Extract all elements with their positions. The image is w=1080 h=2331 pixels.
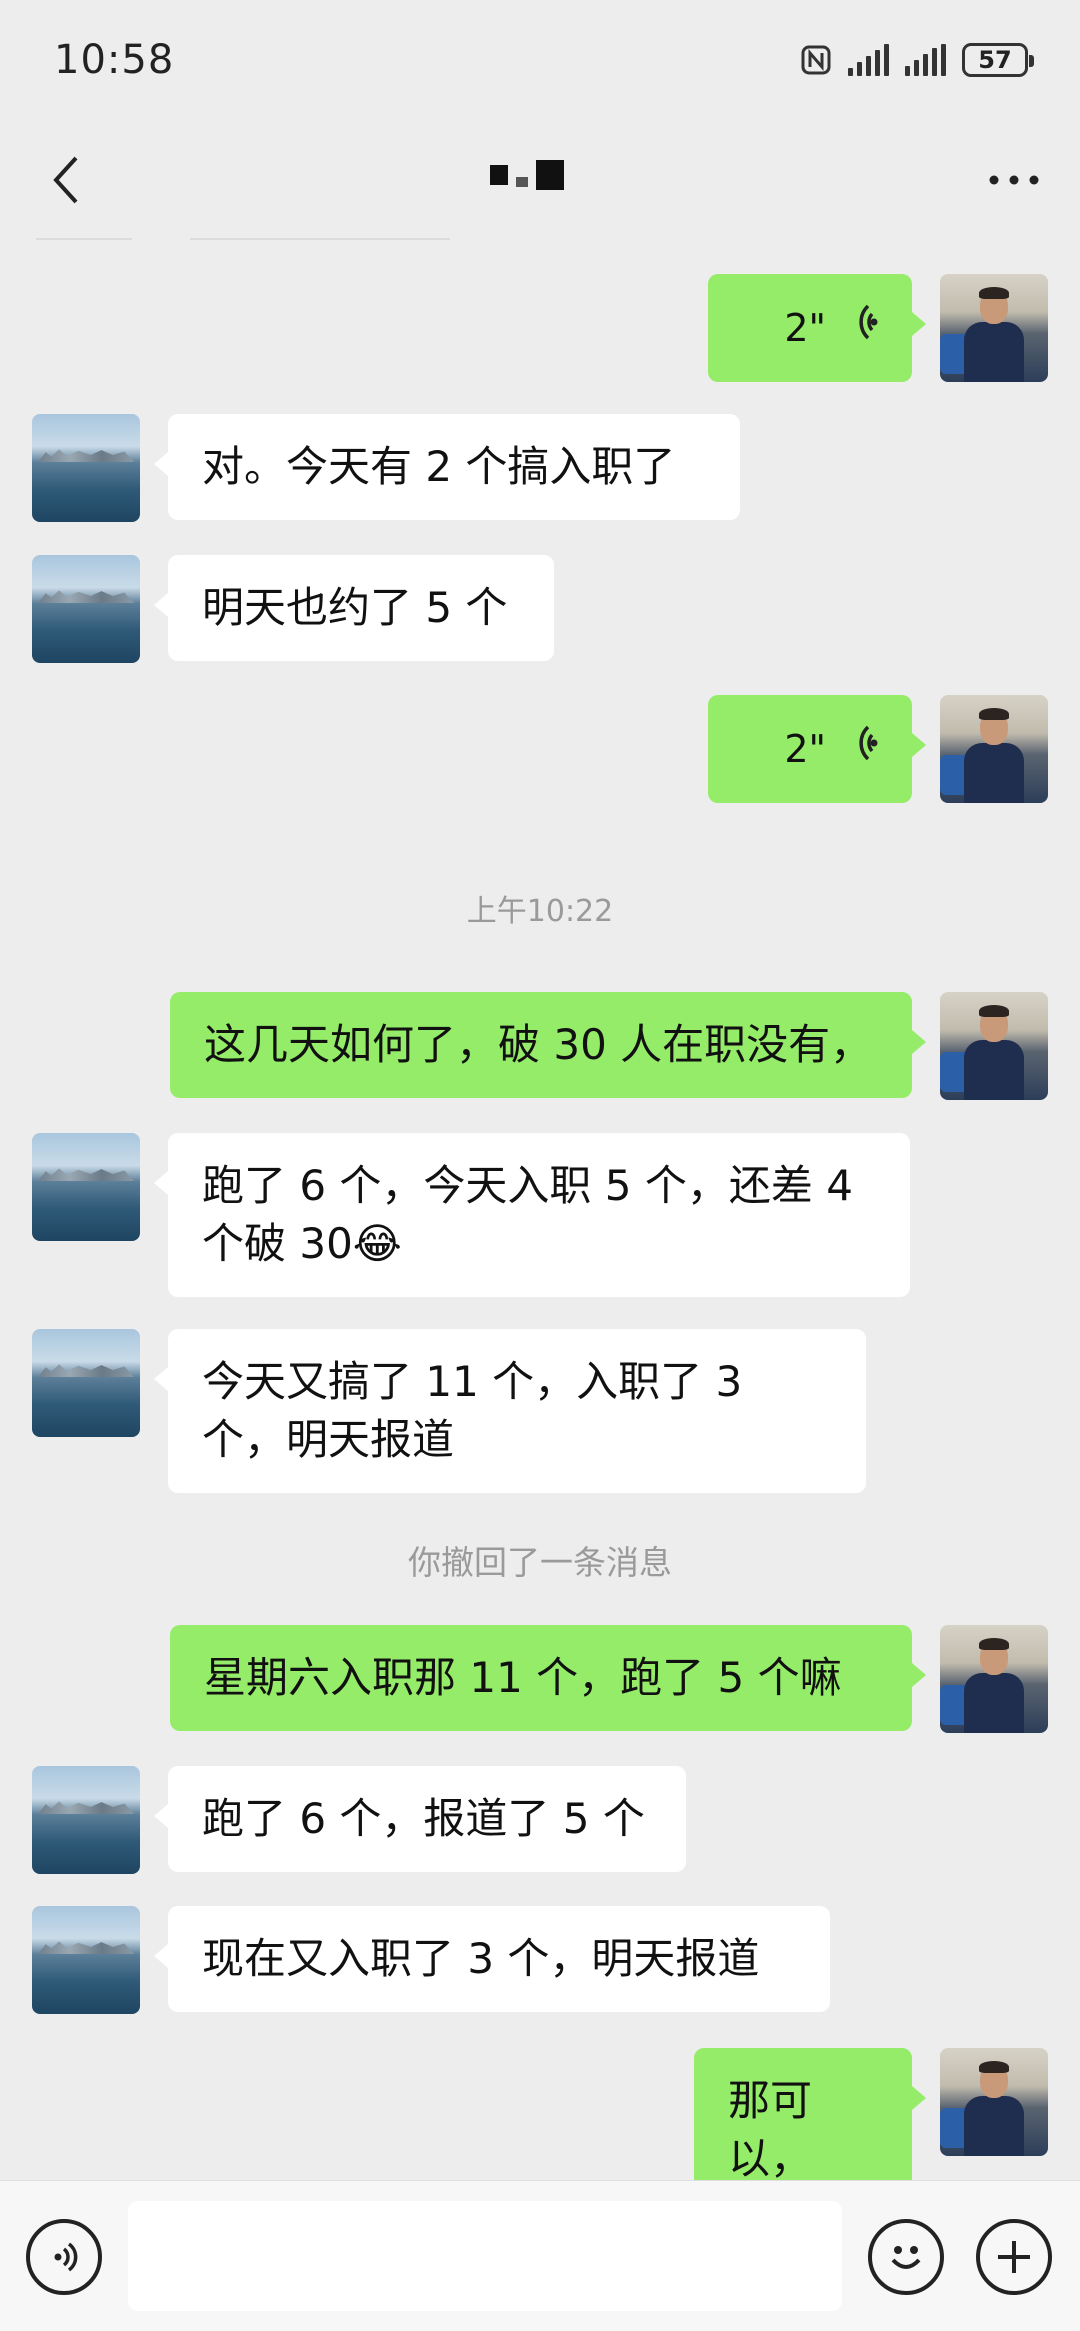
avatar-other[interactable]	[32, 555, 140, 663]
status-bar: 10:58 57	[0, 0, 1080, 120]
status-icons: 57	[800, 43, 1034, 77]
avatar-other[interactable]	[32, 414, 140, 522]
chat-title-redacted	[490, 160, 564, 190]
redaction-mark	[490, 165, 508, 185]
message-self: 星期六入职那 11 个，跑了 5 个嘛	[170, 1625, 1048, 1733]
emoji-icon[interactable]	[868, 2219, 944, 2295]
chat-timestamp: 上午10:22	[466, 894, 614, 929]
recall-notice: 你撤回了一条消息	[408, 1543, 672, 1582]
avatar-self[interactable]	[940, 274, 1048, 382]
avatar-other[interactable]	[32, 1133, 140, 1241]
status-time: 10:58	[54, 37, 175, 83]
avatar-self[interactable]	[940, 695, 1048, 803]
voice-duration: 2"	[784, 306, 826, 350]
voice-message-bubble[interactable]: 2"	[708, 695, 926, 803]
divider	[190, 238, 450, 240]
redaction-mark	[536, 160, 564, 190]
nfc-icon	[800, 44, 832, 76]
text-message-bubble[interactable]: 星期六入职那 11 个，跑了 5 个嘛	[170, 1625, 926, 1731]
signal-icon	[905, 44, 946, 76]
plus-icon[interactable]	[976, 2219, 1052, 2295]
signal-icon	[848, 44, 889, 76]
text-message-bubble[interactable]: 对。今天有 2 个搞入职了	[154, 414, 740, 520]
voice-wave-icon	[844, 720, 878, 778]
text-message-bubble[interactable]: 跑了 6 个，报道了 5 个	[154, 1766, 686, 1872]
message-input[interactable]	[128, 2201, 842, 2311]
text-message-bubble[interactable]: 现在又入职了 3 个，明天报道	[154, 1906, 830, 2012]
message-other: 跑了 6 个，报道了 5 个	[32, 1766, 686, 1874]
message-self-voice: 2"	[708, 695, 1048, 803]
text-message-bubble[interactable]: 跑了 6 个，今天入职 5 个，还差 4 个破 30😂	[154, 1133, 910, 1297]
avatar-self[interactable]	[940, 1625, 1048, 1733]
avatar-other[interactable]	[32, 1766, 140, 1874]
more-dots-icon[interactable]	[984, 150, 1044, 210]
redaction-mark	[516, 177, 528, 187]
voice-message-bubble[interactable]: 2"	[708, 274, 926, 382]
avatar-self[interactable]	[940, 2048, 1048, 2156]
avatar-other[interactable]	[32, 1906, 140, 2014]
chevron-left-icon[interactable]	[36, 150, 96, 210]
message-other: 跑了 6 个，今天入职 5 个，还差 4 个破 30😂	[32, 1133, 910, 1297]
battery-level: 57	[978, 46, 1012, 74]
text-message-bubble[interactable]: 明天也约了 5 个	[154, 555, 554, 661]
message-self-voice: 2"	[708, 274, 1048, 382]
message-other: 明天也约了 5 个	[32, 555, 554, 663]
avatar-other[interactable]	[32, 1329, 140, 1437]
message-other: 现在又入职了 3 个，明天报道	[32, 1906, 830, 2014]
voice-wave-icon	[844, 299, 878, 357]
chat-header	[0, 120, 1080, 240]
battery-icon: 57	[962, 43, 1034, 77]
avatar-self[interactable]	[940, 992, 1048, 1100]
text-message-bubble[interactable]: 今天又搞了 11 个，入职了 3 个，明天报道	[154, 1329, 866, 1493]
message-other: 对。今天有 2 个搞入职了	[32, 414, 740, 522]
input-bar	[0, 2180, 1080, 2331]
divider	[36, 238, 132, 240]
message-self: 这几天如何了，破 30 人在职没有，	[170, 992, 1048, 1100]
voice-duration: 2"	[784, 727, 826, 771]
voice-input-icon[interactable]	[26, 2219, 102, 2295]
text-message-bubble[interactable]: 这几天如何了，破 30 人在职没有，	[170, 992, 926, 1098]
message-other: 今天又搞了 11 个，入职了 3 个，明天报道	[32, 1329, 866, 1493]
